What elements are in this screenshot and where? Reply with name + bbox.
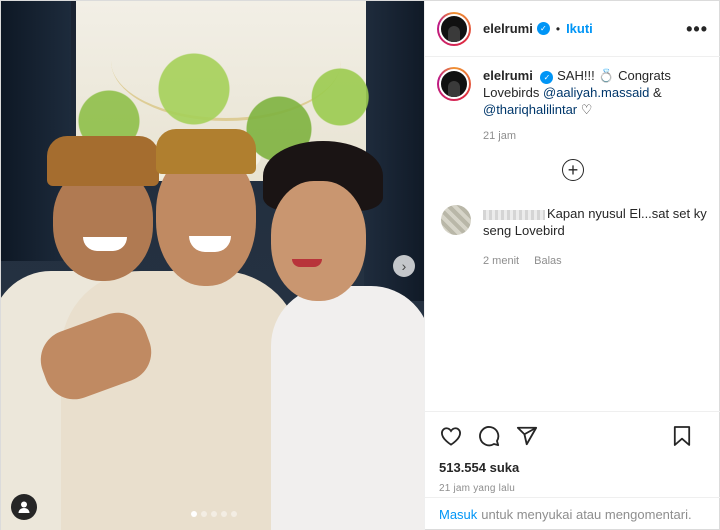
load-more-icon[interactable]: + — [562, 159, 584, 181]
carousel-dot — [221, 511, 227, 517]
verified-badge-icon: ✓ — [536, 22, 550, 35]
person-center-headwear — [156, 129, 256, 174]
caption-username[interactable]: elelrumi — [483, 68, 533, 83]
comment-icon[interactable] — [477, 424, 501, 448]
person-right-lips — [292, 259, 322, 267]
comment-item: Kapan nyusul El...sat set ky seng Lovebi… — [441, 205, 711, 270]
login-link[interactable]: Masuk — [439, 507, 477, 522]
avatar-image — [439, 69, 469, 99]
avatar[interactable] — [437, 11, 471, 46]
more-options-icon[interactable]: ••• — [686, 19, 708, 40]
header-separator: • — [555, 21, 561, 36]
action-icons — [439, 424, 708, 448]
carousel-dot — [231, 511, 237, 517]
follow-button[interactable]: Ikuti — [566, 21, 593, 36]
comment-time: 2 menit — [483, 255, 520, 267]
caption-heart: ♡ — [580, 102, 593, 117]
person-right-body — [271, 286, 424, 530]
heart-icon[interactable] — [439, 424, 463, 448]
person-center-body — [61, 271, 301, 530]
comment-body: Kapan nyusul El...sat set ky seng Lovebi… — [483, 205, 708, 270]
post-timestamp: 21 jam yang lalu — [439, 483, 516, 494]
verified-badge-icon: ✓ — [540, 71, 554, 84]
caption-avatar[interactable] — [437, 67, 471, 101]
caption-time: 21 jam — [483, 130, 517, 142]
person-right-face — [271, 181, 366, 301]
user-silhouette-icon — [18, 501, 30, 513]
bookmark-icon[interactable] — [670, 424, 694, 448]
post-photo[interactable]: › — [1, 1, 424, 530]
actions-bar: 513.554 suka 21 jam yang lalu — [425, 411, 720, 494]
carousel-indicator — [191, 511, 237, 517]
caption: elelrumi ✓ SAH!!! 💍 Congrats Lovebirds @… — [437, 67, 712, 145]
mention-link[interactable]: @thariqhalilintar — [483, 102, 577, 117]
login-text: untuk menyukai atau mengomentari. — [481, 507, 692, 522]
user-profile-icon[interactable] — [11, 494, 37, 520]
reply-button[interactable]: Balas — [534, 255, 562, 267]
comment-meta: 2 menit Balas — [483, 253, 708, 270]
header-username[interactable]: elelrumi — [483, 21, 533, 36]
mention-link[interactable]: @aaliyah.massaid — [543, 85, 649, 100]
post-header: elelrumi ✓ • Ikuti ••• — [425, 1, 720, 57]
next-arrow-icon[interactable]: › — [393, 255, 415, 277]
carousel-dot — [211, 511, 217, 517]
likes-count[interactable]: 513.554 suka — [439, 460, 708, 475]
post-details-panel: elelrumi ✓ • Ikuti ••• elelrumi ✓ SAH!!!… — [424, 1, 720, 530]
carousel-dot — [201, 511, 207, 517]
caption-joiner: & — [653, 85, 662, 100]
comment-username-redacted[interactable] — [483, 209, 545, 220]
avatar-image — [439, 13, 469, 44]
share-icon[interactable] — [515, 424, 539, 448]
carousel-dot — [191, 511, 197, 517]
person-left-headwear — [47, 136, 159, 186]
caption-body: elelrumi ✓ SAH!!! 💍 Congrats Lovebirds @… — [483, 67, 712, 145]
comment-avatar[interactable] — [441, 205, 471, 235]
instagram-post: › elelrumi ✓ • Ikuti ••• elelrumi ✓ SAH!… — [0, 0, 720, 530]
login-prompt: Masuk untuk menyukai atau mengomentari. — [425, 497, 720, 530]
